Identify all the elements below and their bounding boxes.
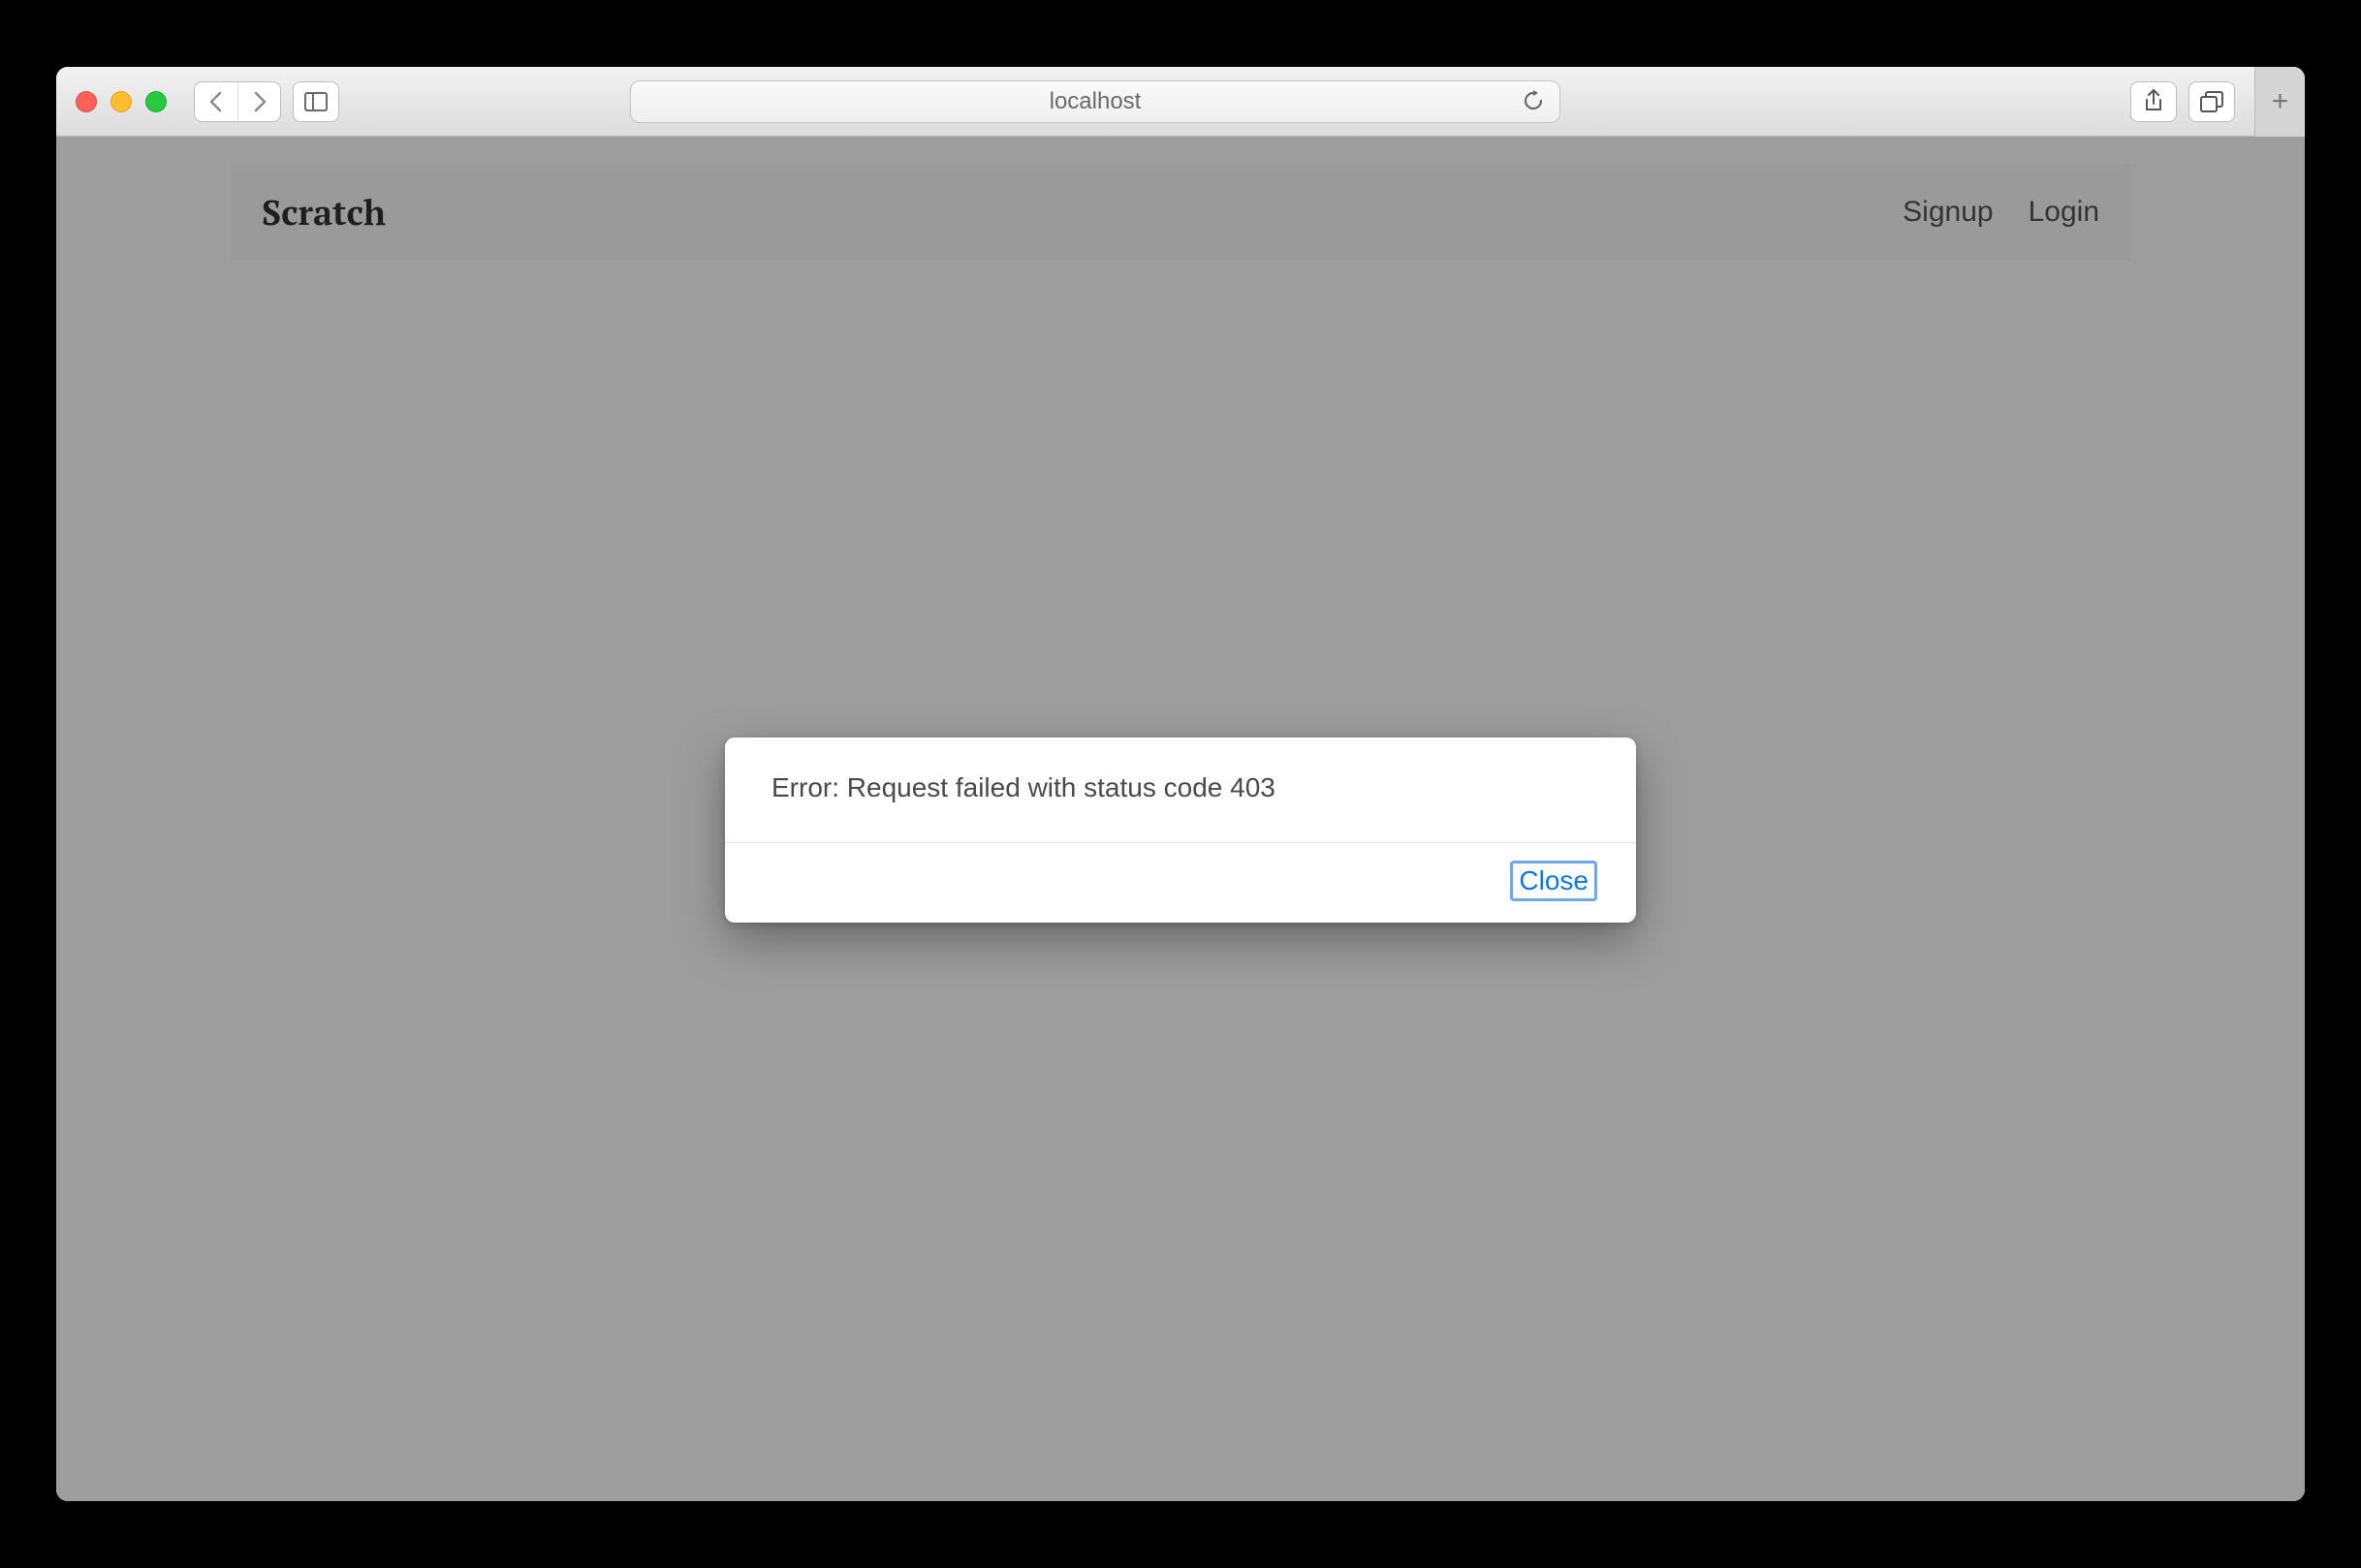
maximize-window-button[interactable]	[145, 91, 167, 112]
window-controls	[76, 91, 167, 112]
share-icon	[2144, 89, 2163, 114]
alert-message: Error: Request failed with status code 4…	[725, 737, 1636, 843]
tabs-icon	[2200, 91, 2223, 112]
address-bar[interactable]: localhost	[630, 80, 1560, 123]
sidebar-toggle-button[interactable]	[293, 81, 339, 122]
reload-button[interactable]	[1523, 90, 1544, 113]
back-button[interactable]	[195, 82, 237, 121]
tabs-button[interactable]	[2188, 81, 2235, 122]
right-toolbar: +	[2130, 67, 2285, 137]
share-button[interactable]	[2130, 81, 2177, 122]
close-window-button[interactable]	[76, 91, 97, 112]
sidebar-icon	[304, 92, 328, 111]
reload-icon	[1523, 90, 1544, 113]
viewport: Scratch Signup Login Error: Request fail…	[56, 137, 2305, 1501]
plus-icon: +	[2272, 85, 2289, 118]
chevron-right-icon	[252, 91, 268, 112]
browser-window: localhost + Scratch Signup Login	[56, 67, 2305, 1501]
minimize-window-button[interactable]	[110, 91, 132, 112]
alert-footer: Close	[725, 843, 1636, 923]
new-tab-button[interactable]: +	[2254, 67, 2305, 137]
alert-dialog: Error: Request failed with status code 4…	[725, 737, 1636, 923]
address-text: localhost	[1050, 88, 1142, 115]
nav-back-forward-group	[194, 81, 281, 122]
forward-button[interactable]	[237, 82, 280, 121]
browser-toolbar: localhost +	[56, 67, 2305, 137]
chevron-left-icon	[208, 91, 224, 112]
close-button[interactable]: Close	[1510, 861, 1597, 901]
modal-overlay[interactable]: Error: Request failed with status code 4…	[56, 137, 2305, 1501]
